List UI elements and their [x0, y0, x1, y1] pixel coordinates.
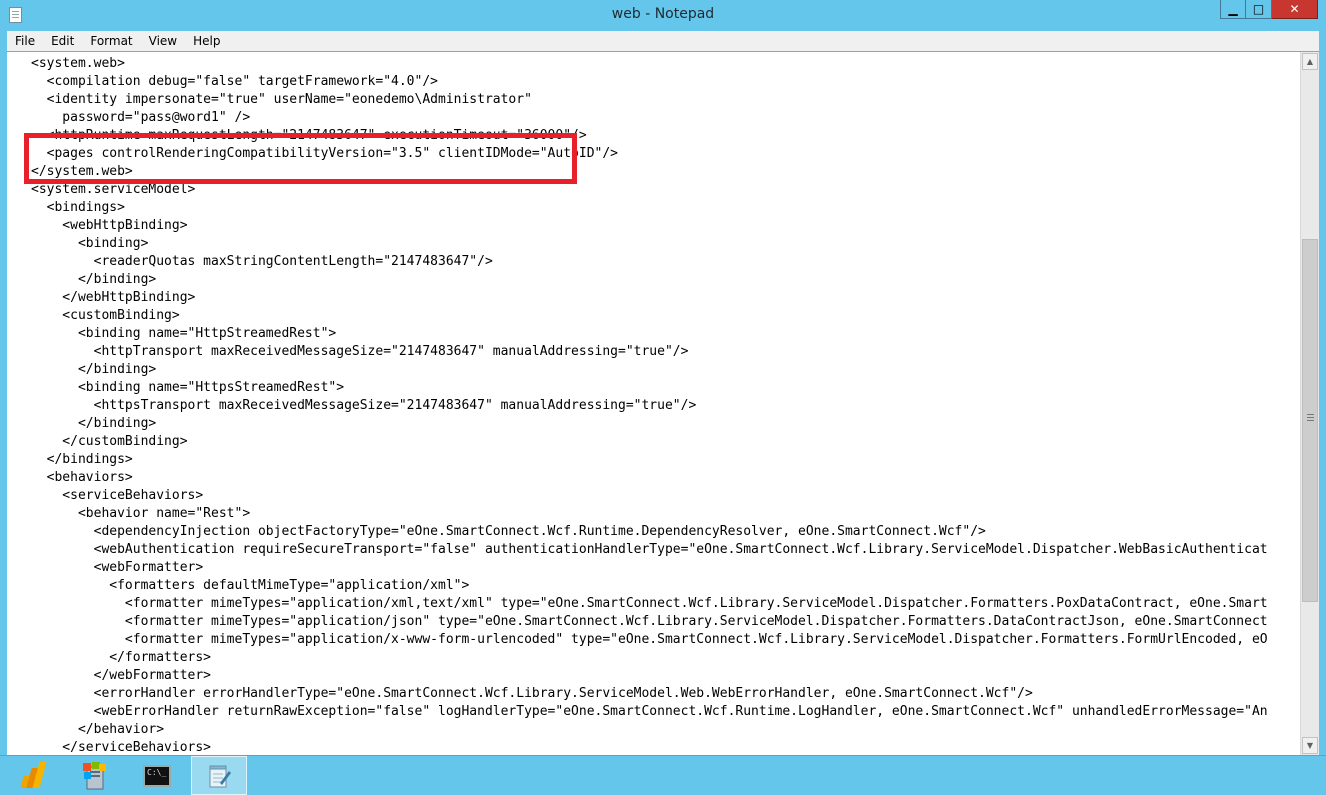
text-line: password="pass@word1" />	[31, 110, 251, 125]
title-bar[interactable]: web - Notepad ▁ □ ✕	[0, 0, 1326, 31]
text-line: <dependencyInjection objectFactoryType="…	[31, 524, 986, 539]
text-line: <system.serviceModel>	[31, 182, 196, 197]
text-line: <binding name="HttpsStreamedRest">	[31, 380, 345, 395]
text-line: </webHttpBinding>	[31, 290, 196, 305]
text-line: </behavior>	[31, 722, 165, 737]
menu-bar: File Edit Format View Help	[7, 31, 1319, 51]
scroll-thumb[interactable]	[1302, 239, 1318, 602]
text-line: <pages controlRenderingCompatibilityVers…	[31, 146, 618, 161]
notepad-icon	[209, 765, 231, 787]
text-line: </serviceBehaviors>	[31, 740, 212, 755]
text-line: <bindings>	[31, 200, 125, 215]
text-line: <behaviors>	[31, 470, 133, 485]
text-line: <system.web>	[31, 56, 125, 71]
text-line: <readerQuotas maxStringContentLength="21…	[31, 254, 493, 269]
text-line: </binding>	[31, 272, 157, 287]
command-prompt-icon: C:\_	[143, 764, 171, 787]
text-line: <formatters defaultMimeType="application…	[31, 578, 470, 593]
menu-edit[interactable]: Edit	[43, 34, 82, 48]
text-line: </customBinding>	[31, 434, 188, 449]
menu-file[interactable]: File	[7, 34, 43, 48]
text-line: <webAuthentication requireSecureTranspor…	[31, 542, 1268, 557]
text-line: <formatter mimeTypes="application/json" …	[31, 614, 1268, 629]
text-line: <webFormatter>	[31, 560, 204, 575]
text-line: </bindings>	[31, 452, 133, 467]
scroll-down-button[interactable]: ▼	[1302, 737, 1318, 754]
window-title: web - Notepad	[611, 6, 715, 22]
text-line: <binding name="HttpStreamedRest">	[31, 326, 337, 341]
server-manager-icon	[83, 761, 106, 789]
taskbar-command-prompt[interactable]: C:\_	[129, 756, 185, 795]
text-line: <httpsTransport maxReceivedMessageSize="…	[31, 398, 697, 413]
text-line: </formatters>	[31, 650, 212, 665]
close-button[interactable]: ✕	[1272, 0, 1318, 19]
taskbar-server-manager[interactable]	[68, 756, 124, 795]
taskbar-notepad[interactable]	[191, 756, 247, 795]
text-line: <httpTransport maxReceivedMessageSize="2…	[31, 344, 689, 359]
text-line: </binding>	[31, 416, 157, 431]
menu-help[interactable]: Help	[185, 34, 228, 48]
text-content[interactable]: <system.web> <compilation debug="false" …	[7, 52, 1300, 755]
dynamics-icon	[18, 761, 47, 790]
menu-format[interactable]: Format	[82, 34, 140, 48]
text-line: <formatter mimeTypes="application/x-www-…	[31, 632, 1268, 647]
notepad-window: web - Notepad ▁ □ ✕ File Edit Format Vie…	[0, 0, 1326, 755]
text-line: <formatter mimeTypes="application/xml,te…	[31, 596, 1268, 611]
editor-area[interactable]: <system.web> <compilation debug="false" …	[7, 51, 1319, 755]
text-line: <webHttpBinding>	[31, 218, 188, 233]
menu-view[interactable]: View	[141, 34, 185, 48]
text-line: </system.web>	[31, 164, 133, 179]
text-line: <binding>	[31, 236, 149, 251]
text-line: <customBinding>	[31, 308, 180, 323]
grip-icon	[1307, 414, 1314, 421]
text-line: <serviceBehaviors>	[31, 488, 204, 503]
text-line: <webErrorHandler returnRawException="fal…	[31, 704, 1268, 719]
vertical-scrollbar[interactable]: ▲ ▼	[1300, 52, 1319, 755]
text-line: <identity impersonate="true" userName="e…	[31, 92, 532, 107]
taskbar: C:\_	[0, 755, 1326, 795]
scroll-up-button[interactable]: ▲	[1302, 53, 1318, 70]
text-line: <errorHandler errorHandlerType="eOne.Sma…	[31, 686, 1033, 701]
text-line: <behavior name="Rest">	[31, 506, 251, 521]
maximize-button[interactable]: □	[1246, 0, 1272, 19]
text-line: <httpRuntime maxRequestLength="214748364…	[31, 128, 587, 143]
text-line: </binding>	[31, 362, 157, 377]
window-controls: ▁ □ ✕	[1220, 0, 1318, 20]
text-line: </webFormatter>	[31, 668, 212, 683]
minimize-button[interactable]: ▁	[1220, 0, 1246, 19]
taskbar-dynamics[interactable]	[4, 756, 60, 795]
text-line: <compilation debug="false" targetFramewo…	[31, 74, 438, 89]
